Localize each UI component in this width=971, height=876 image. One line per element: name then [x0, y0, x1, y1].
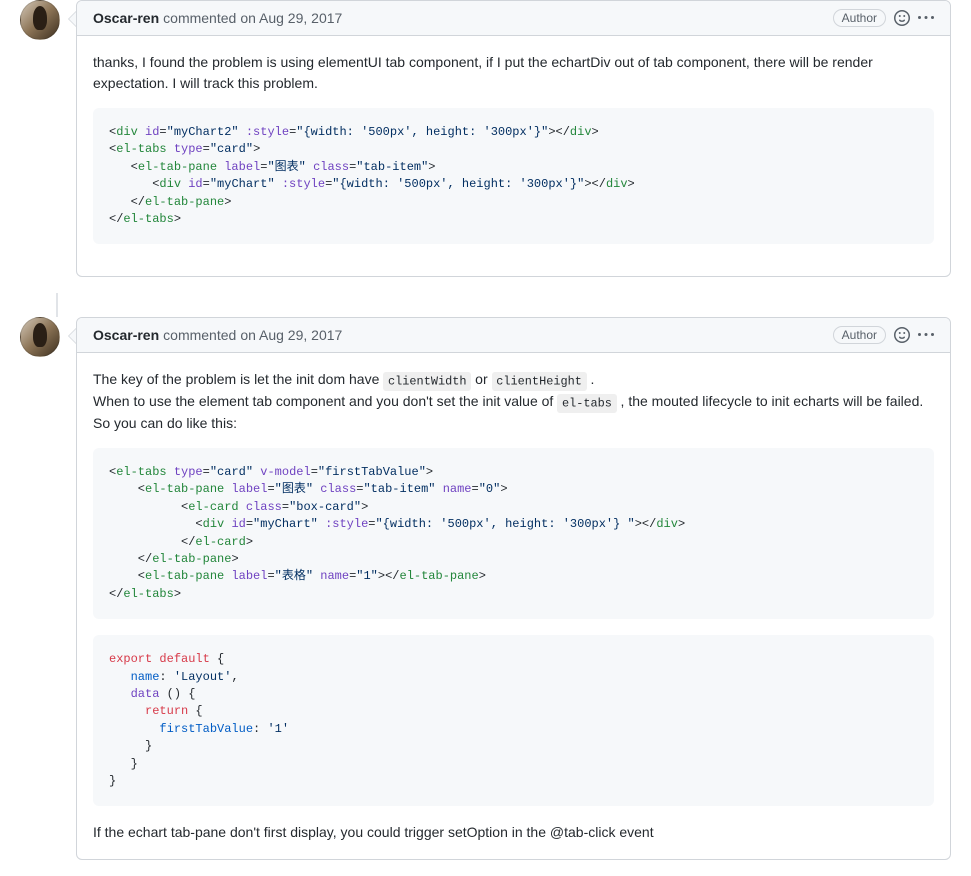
emoji-reaction-icon[interactable]	[894, 10, 910, 26]
kebab-menu-icon[interactable]	[918, 327, 934, 343]
comment-item: Oscar-ren commented on Aug 29, 2017 Auth…	[20, 0, 951, 277]
comment-item: Oscar-ren commented on Aug 29, 2017 Auth…	[20, 317, 951, 860]
comment-box: Oscar-ren commented on Aug 29, 2017 Auth…	[76, 317, 951, 860]
inline-code: clientHeight	[492, 372, 587, 391]
author-badge: Author	[833, 326, 886, 344]
code-block: <div id="myChart2" :style="{width: '500p…	[93, 108, 934, 244]
avatar[interactable]	[20, 0, 60, 40]
comment-timestamp[interactable]: on Aug 29, 2017	[240, 10, 342, 26]
code-block: <el-tabs type="card" v-model="firstTabVa…	[93, 448, 934, 619]
code-block: export default { name: 'Layout', data ()…	[93, 635, 934, 806]
inline-code: el-tabs	[557, 394, 616, 413]
inline-code: clientWidth	[383, 372, 471, 391]
comment-paragraph: If the echart tab-pane don't first displ…	[93, 822, 934, 843]
comment-action-text: commented	[163, 10, 236, 26]
author-badge: Author	[833, 9, 886, 27]
comment-paragraph: thanks, I found the problem is using ele…	[93, 52, 934, 94]
author-link[interactable]: Oscar-ren	[93, 327, 159, 343]
emoji-reaction-icon[interactable]	[894, 327, 910, 343]
comment-box: Oscar-ren commented on Aug 29, 2017 Auth…	[76, 0, 951, 277]
kebab-menu-icon[interactable]	[918, 10, 934, 26]
comment-paragraph: The key of the problem is let the init d…	[93, 369, 934, 434]
comment-header: Oscar-ren commented on Aug 29, 2017 Auth…	[77, 318, 950, 353]
author-link[interactable]: Oscar-ren	[93, 10, 159, 26]
comment-action-text: commented	[163, 327, 236, 343]
comment-header: Oscar-ren commented on Aug 29, 2017 Auth…	[77, 1, 950, 36]
comment-body: thanks, I found the problem is using ele…	[77, 36, 950, 276]
comment-body: The key of the problem is let the init d…	[77, 353, 950, 859]
avatar[interactable]	[20, 317, 60, 357]
comment-timestamp[interactable]: on Aug 29, 2017	[240, 327, 342, 343]
